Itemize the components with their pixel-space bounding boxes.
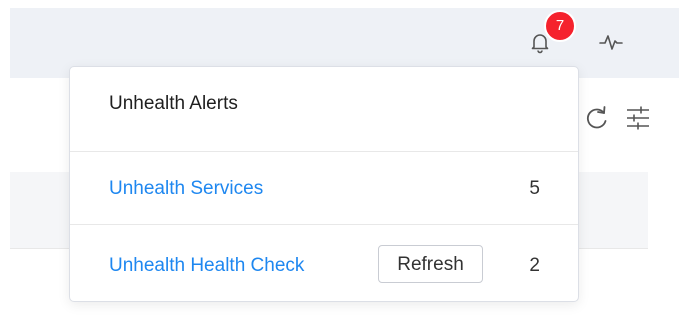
refresh-icon — [586, 106, 607, 129]
unhealth-health-check-link[interactable]: Unhealth Health Check — [109, 255, 304, 277]
unhealth-services-link[interactable]: Unhealth Services — [109, 178, 263, 200]
refresh-button[interactable] — [584, 104, 612, 132]
alerts-popover: Unhealth Alerts Unhealth Services 5 Unhe… — [69, 66, 579, 302]
divider — [70, 224, 578, 225]
divider — [70, 151, 578, 152]
unhealth-health-check-count: 2 — [529, 255, 540, 276]
activity-button[interactable] — [598, 30, 624, 54]
popover-title: Unhealth Alerts — [109, 93, 238, 114]
filter-settings-button[interactable] — [624, 104, 652, 132]
unhealth-services-count: 5 — [529, 178, 540, 199]
activity-pulse-icon — [599, 35, 623, 50]
notification-count-badge: 7 — [544, 10, 576, 42]
refresh-health-check-button[interactable]: Refresh — [378, 245, 483, 283]
sliders-icon — [627, 106, 649, 130]
